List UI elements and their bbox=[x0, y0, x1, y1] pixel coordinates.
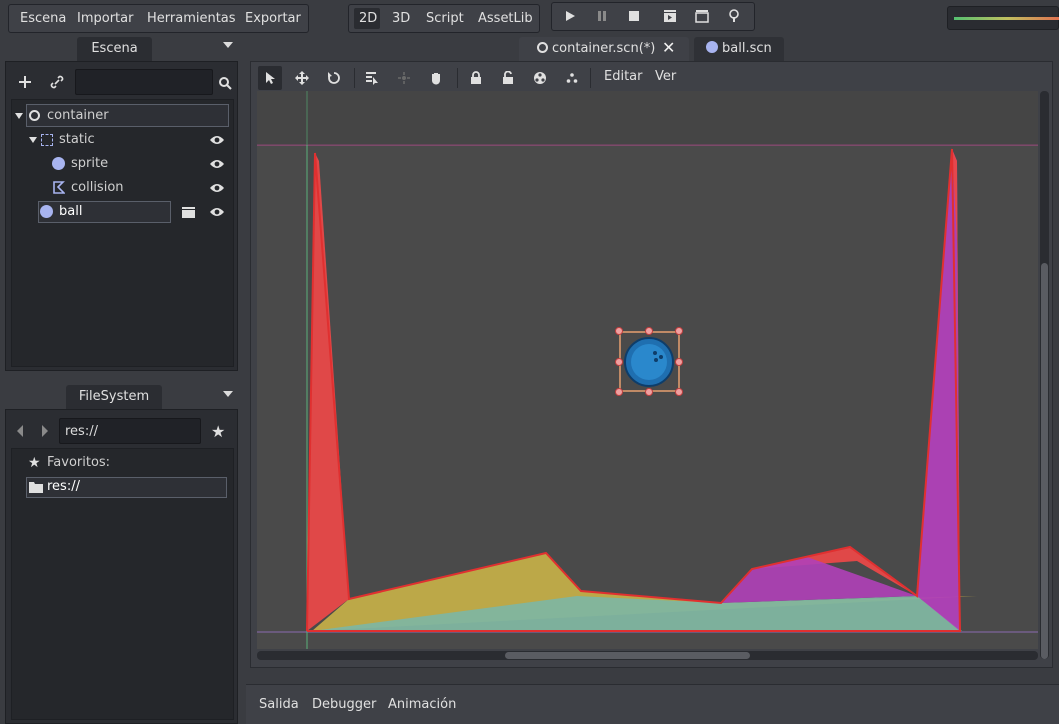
forward-arrow-icon[interactable] bbox=[42, 425, 48, 437]
volume-meter-bar bbox=[954, 17, 1059, 20]
open-scene-clapper-icon[interactable] bbox=[181, 206, 196, 219]
star-icon: ★ bbox=[28, 455, 41, 471]
static-body-icon bbox=[41, 134, 53, 146]
star-favorite-icon[interactable]: ★ bbox=[211, 422, 225, 441]
search-icon[interactable] bbox=[214, 72, 236, 94]
ball-finger-hole bbox=[659, 355, 663, 359]
pivot-icon[interactable] bbox=[393, 67, 415, 89]
view-menu[interactable]: Ver bbox=[655, 69, 676, 84]
menu-scene[interactable]: Escena bbox=[14, 6, 72, 31]
move-icon[interactable] bbox=[291, 67, 313, 89]
tree-item-sprite[interactable]: sprite bbox=[71, 153, 108, 175]
node-circle-icon bbox=[537, 42, 548, 53]
handle-top bbox=[645, 327, 653, 335]
stop-icon[interactable] bbox=[623, 5, 645, 27]
collapse-arrow-icon[interactable] bbox=[29, 137, 37, 143]
play-icon[interactable] bbox=[559, 5, 581, 27]
tree-item-container[interactable]: container bbox=[47, 105, 109, 127]
ball-finger-hole bbox=[653, 351, 657, 355]
collapse-arrow-icon[interactable] bbox=[15, 113, 23, 119]
filesystem-path-input[interactable] bbox=[59, 418, 201, 444]
play-scene-icon[interactable] bbox=[659, 5, 681, 27]
tab-output[interactable]: Salida bbox=[259, 695, 299, 715]
select-arrow-icon[interactable] bbox=[259, 67, 281, 89]
visibility-eye-icon[interactable] bbox=[209, 206, 225, 218]
handle-top-right bbox=[675, 327, 683, 335]
ball-scene-icon bbox=[40, 205, 53, 218]
tab-scene[interactable]: Escena bbox=[77, 37, 152, 61]
tab-ball-scene[interactable]: ball.scn bbox=[694, 37, 784, 61]
handle-bottom bbox=[645, 388, 653, 396]
lock-icon[interactable] bbox=[465, 67, 487, 89]
ungroup-icon[interactable] bbox=[561, 67, 583, 89]
toolbar-separator bbox=[354, 68, 355, 88]
menu-export[interactable]: Exportar bbox=[239, 6, 307, 31]
tab-debugger[interactable]: Debugger bbox=[312, 695, 376, 715]
scene-panel-menu-arrow[interactable] bbox=[223, 42, 233, 48]
horizontal-scrollbar[interactable] bbox=[257, 651, 1038, 660]
back-arrow-icon[interactable] bbox=[17, 425, 23, 437]
tree-item-ball[interactable]: ball bbox=[59, 201, 82, 223]
ball-scene-icon bbox=[706, 41, 718, 53]
visibility-eye-icon[interactable] bbox=[209, 134, 225, 146]
toolbar-separator bbox=[457, 68, 458, 88]
pan-hand-icon[interactable] bbox=[425, 67, 447, 89]
mode-3d-button[interactable]: 3D bbox=[386, 6, 416, 31]
instance-link-icon[interactable] bbox=[46, 71, 68, 93]
menu-tools[interactable]: Herramientas bbox=[141, 6, 242, 31]
handle-bottom-right bbox=[675, 388, 683, 396]
pause-icon[interactable] bbox=[591, 5, 613, 27]
scene-search-input[interactable] bbox=[75, 69, 213, 95]
handle-bottom-left bbox=[615, 388, 623, 396]
filesystem-menu-arrow[interactable] bbox=[223, 391, 233, 397]
handle-right bbox=[675, 358, 683, 366]
visibility-eye-icon[interactable] bbox=[209, 158, 225, 170]
menu-import[interactable]: Importar bbox=[71, 6, 139, 31]
visibility-eye-icon[interactable] bbox=[209, 182, 225, 194]
tab-container-label: container.scn(*) bbox=[552, 41, 656, 56]
collision-polygon-icon bbox=[53, 181, 65, 194]
tree-item-collision[interactable]: collision bbox=[71, 177, 124, 199]
handle-left bbox=[615, 358, 623, 366]
tab-ball-label: ball.scn bbox=[722, 41, 772, 56]
unlock-icon[interactable] bbox=[497, 67, 519, 89]
vertical-scroll-thumb[interactable] bbox=[1041, 263, 1048, 659]
list-select-icon[interactable] bbox=[361, 67, 383, 89]
handle-top-left bbox=[615, 327, 623, 335]
canvas-viewport[interactable] bbox=[257, 91, 1038, 649]
node-circle-icon bbox=[29, 110, 40, 121]
tab-animation[interactable]: Animación bbox=[388, 695, 456, 715]
vertical-scrollbar[interactable] bbox=[1040, 91, 1049, 659]
ball-finger-hole bbox=[654, 358, 658, 362]
tree-item-static[interactable]: static bbox=[59, 129, 95, 151]
tree-row-ball-highlight bbox=[38, 201, 171, 223]
group-icon[interactable] bbox=[529, 67, 551, 89]
volume-meter bbox=[947, 6, 1059, 30]
add-node-icon[interactable] bbox=[14, 71, 36, 93]
close-tab-icon[interactable]: ✕ bbox=[662, 38, 675, 57]
mode-2d-button[interactable]: 2D bbox=[353, 6, 383, 31]
toolbar-separator bbox=[590, 68, 591, 88]
tab-filesystem[interactable]: FileSystem bbox=[66, 385, 162, 409]
scene-drawing bbox=[257, 91, 1038, 649]
mode-assetlib-button[interactable]: AssetLib bbox=[472, 6, 539, 31]
edit-menu[interactable]: Editar bbox=[604, 69, 643, 84]
rotate-icon[interactable] bbox=[323, 67, 345, 89]
folder-icon bbox=[29, 482, 43, 493]
filesystem-root-label: res:// bbox=[47, 479, 80, 494]
horizontal-scroll-thumb[interactable] bbox=[505, 652, 750, 659]
favorites-label: Favoritos: bbox=[47, 455, 111, 470]
sprite-icon bbox=[52, 157, 65, 170]
polygon-purple-bump bbox=[721, 557, 917, 603]
play-custom-scene-icon[interactable] bbox=[691, 5, 713, 27]
debug-options-icon[interactable] bbox=[723, 5, 745, 27]
mode-script-button[interactable]: Script bbox=[420, 6, 470, 31]
ball-highlight bbox=[631, 344, 667, 380]
